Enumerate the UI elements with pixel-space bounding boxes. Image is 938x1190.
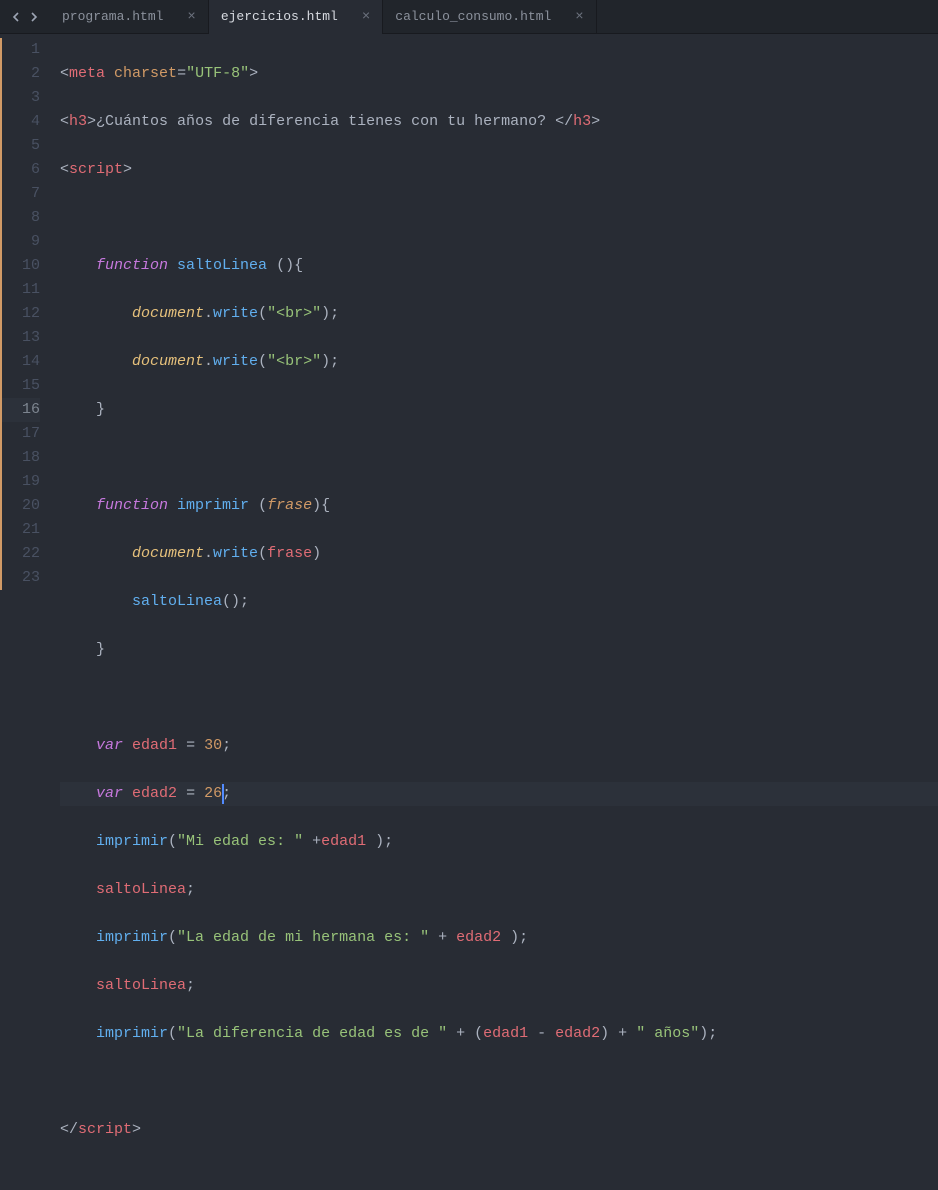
text-cursor [222,784,224,804]
code-line: imprimir("Mi edad es: " +edad1 ); [60,830,938,854]
close-icon[interactable]: × [187,10,195,24]
tab-ejercicios[interactable]: ejercicios.html × [209,0,383,34]
code-line [60,1070,938,1094]
close-icon[interactable]: × [362,10,370,24]
code-line: document.write("<br>"); [60,350,938,374]
line-number: 12 [0,302,40,326]
git-modified-bar [0,38,2,590]
code-line: <script> [60,158,938,182]
line-number: 4 [0,110,40,134]
line-number: 20 [0,494,40,518]
line-number: 22 [0,542,40,566]
code-line [60,686,938,710]
code-line: document.write(frase) [60,542,938,566]
code-line: saltoLinea; [60,878,938,902]
code-line [60,446,938,470]
code-line: imprimir("La diferencia de edad es de " … [60,1022,938,1046]
tab-label: ejercicios.html [221,9,338,24]
line-number: 13 [0,326,40,350]
line-number: 9 [0,230,40,254]
code-line: function saltoLinea (){ [60,254,938,278]
code-line: <h3>¿Cuántos años de diferencia tienes c… [60,110,938,134]
nav-back-icon[interactable] [8,9,24,25]
tab-bar: programa.html × ejercicios.html × calcul… [0,0,938,34]
nav-forward-icon[interactable] [26,9,42,25]
line-number: 6 [0,158,40,182]
tab-programa[interactable]: programa.html × [50,0,209,34]
code-line: saltoLinea(); [60,590,938,614]
code-line: function imprimir (frase){ [60,494,938,518]
line-number: 14 [0,350,40,374]
line-number: 5 [0,134,40,158]
line-number: 16 [0,398,40,422]
tab-calculo-consumo[interactable]: calculo_consumo.html × [383,0,596,34]
line-number: 18 [0,446,40,470]
tab-nav-arrows [0,9,50,25]
code-line: var edad2 = 26; [60,782,938,806]
line-number: 1 [0,38,40,62]
code-editor[interactable]: 1 2 3 4 5 6 7 8 9 10 11 12 13 14 15 16 1… [0,34,938,630]
code-content[interactable]: <meta charset="UTF-8"> <h3>¿Cuántos años… [60,34,938,630]
line-number: 21 [0,518,40,542]
line-number: 23 [0,566,40,590]
code-line: } [60,638,938,662]
close-icon[interactable]: × [575,10,583,24]
line-number: 17 [0,422,40,446]
line-number: 19 [0,470,40,494]
line-number: 3 [0,86,40,110]
tab-label: calculo_consumo.html [395,9,551,24]
code-line: var edad1 = 30; [60,734,938,758]
code-line [60,206,938,230]
code-line: </script> [60,1118,938,1142]
line-number: 8 [0,206,40,230]
line-number: 2 [0,62,40,86]
code-line: saltoLinea; [60,974,938,998]
code-line: imprimir("La edad de mi hermana es: " + … [60,926,938,950]
line-number: 15 [0,374,40,398]
code-line: <meta charset="UTF-8"> [60,62,938,86]
line-number-gutter: 1 2 3 4 5 6 7 8 9 10 11 12 13 14 15 16 1… [0,34,60,630]
code-line: } [60,398,938,422]
code-line: document.write("<br>"); [60,302,938,326]
line-number: 7 [0,182,40,206]
line-number: 10 [0,254,40,278]
line-number: 11 [0,278,40,302]
tab-label: programa.html [62,9,163,24]
